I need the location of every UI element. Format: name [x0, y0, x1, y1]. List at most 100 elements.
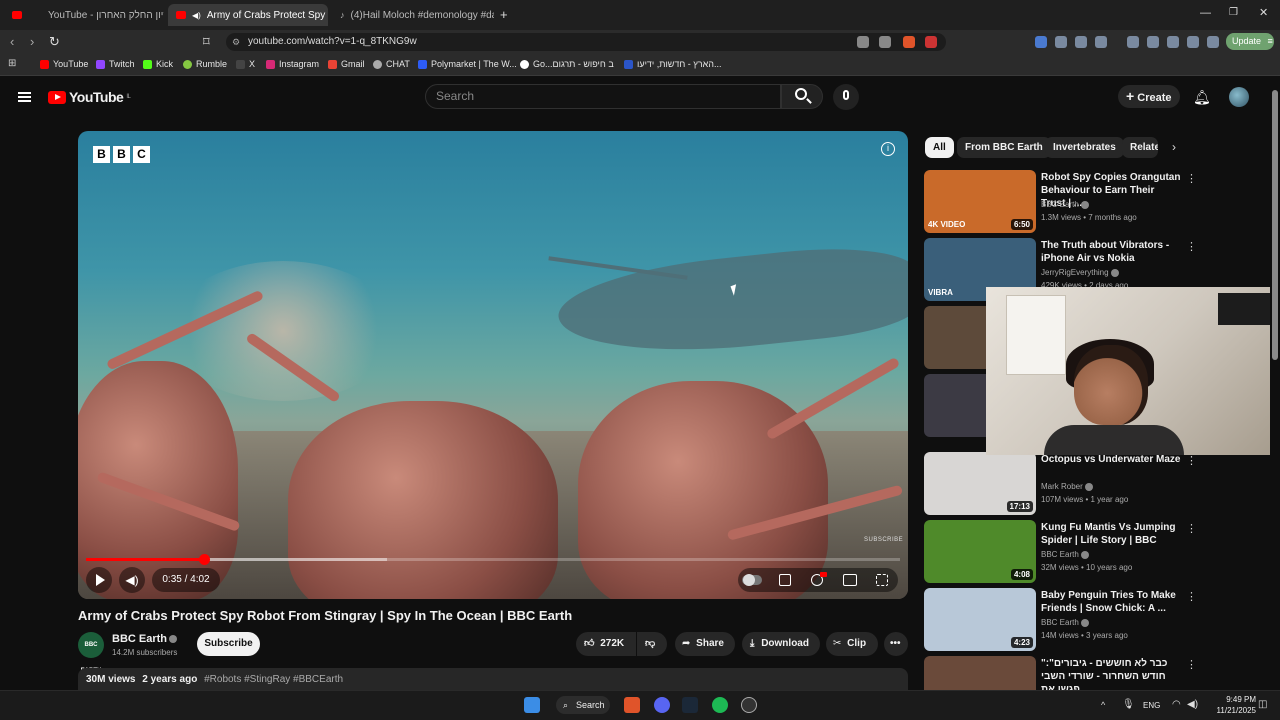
close-window-icon[interactable]: ✕	[1259, 6, 1268, 19]
volume-tray-icon[interactable]: ◀)	[1187, 699, 1198, 710]
brave-browser-icon[interactable]	[624, 697, 640, 713]
share-button[interactable]: ➦ Share	[675, 632, 735, 656]
recommendation-channel[interactable]: Mark Rober	[1041, 482, 1093, 491]
notification-center-icon[interactable]: ◫	[1258, 699, 1267, 710]
extension-icon[interactable]	[1035, 36, 1047, 48]
dislike-button[interactable]: 👎︎	[637, 632, 667, 656]
bookmark-rumble[interactable]: Rumble	[183, 59, 227, 69]
minimize-icon[interactable]: —	[1200, 7, 1211, 19]
search-input[interactable]: Search	[425, 84, 781, 109]
chip-related[interactable]: Relate	[1122, 137, 1158, 158]
fullscreen-icon[interactable]	[876, 574, 888, 586]
recommendation-title[interactable]: Kung Fu Mantis Vs Jumping Spider | Life …	[1041, 521, 1181, 547]
windows-start-icon[interactable]	[524, 697, 540, 713]
url-field[interactable]: ⚙ youtube.com/watch?v=1-q_8TKNG9w	[226, 33, 946, 51]
reload-icon[interactable]: ↻	[49, 34, 60, 50]
recommendation-title[interactable]: Baby Penguin Tries To Make Friends | Sno…	[1041, 589, 1181, 615]
recommendation-channel[interactable]: BBC Earth	[1041, 200, 1089, 209]
extension-icon[interactable]	[1075, 36, 1087, 48]
recommendation-channel[interactable]: JerryRigEverything	[1041, 268, 1119, 277]
hamburger-menu-icon[interactable]	[18, 92, 31, 102]
channel-avatar[interactable]: BBC EARTH	[78, 632, 104, 674]
video-thumbnail[interactable]: 4K VIDEO 6:50	[924, 170, 1036, 233]
cast-icon[interactable]	[857, 36, 869, 48]
page-scrollbar[interactable]	[1270, 78, 1280, 690]
taskbar-clock[interactable]: 9:49 PM 11/21/2025	[1204, 694, 1256, 716]
progress-scrubber-handle[interactable]	[198, 554, 210, 565]
update-button[interactable]: Update ≡	[1226, 33, 1274, 50]
video-thumbnail[interactable]: 4:23	[924, 588, 1036, 651]
bookmark-polymarket[interactable]: Polymarket | The W...	[418, 59, 517, 69]
download-button[interactable]: ⤓ Download	[742, 632, 820, 656]
leo-ai-icon[interactable]	[1187, 36, 1199, 48]
recommendation-item[interactable]: 17:13 Octopus vs Underwater Maze Mark Robe…	[924, 452, 1264, 516]
maximize-icon[interactable]: ❐	[1229, 7, 1238, 18]
steam-icon[interactable]	[682, 697, 698, 713]
more-vertical-icon[interactable]: ⋮	[1186, 240, 1197, 253]
wifi-icon[interactable]: ◠	[1172, 699, 1181, 710]
chip-from-bbc-earth[interactable]: From BBC Earth	[957, 137, 1051, 158]
bookmark-chat[interactable]: CHAT	[373, 59, 410, 69]
bookmark-kick[interactable]: Kick	[143, 59, 173, 69]
tray-mic-icon[interactable]: 🎙︎	[1122, 699, 1135, 710]
discord-icon[interactable]	[654, 697, 670, 713]
captions-icon[interactable]	[779, 574, 791, 586]
video-thumbnail[interactable]: 17:13	[924, 452, 1036, 515]
bookmark-youtube[interactable]: YouTube	[40, 59, 88, 69]
recommendation-item[interactable]: 4:23 Baby Penguin Tries To Make Friends |…	[924, 588, 1264, 652]
more-vertical-icon[interactable]: ⋮	[1186, 522, 1197, 535]
channel-name[interactable]: BBC Earth	[112, 633, 178, 645]
sidebar-icon[interactable]	[1147, 36, 1159, 48]
subscribe-watermark[interactable]: SUBSCRIBE	[864, 537, 903, 543]
recommendation-channel[interactable]: BBC Earth	[1041, 618, 1089, 627]
youtube-logo[interactable]: YouTube IL	[48, 89, 131, 105]
theater-mode-icon[interactable]	[843, 574, 857, 586]
chip-invertebrates[interactable]: Invertebrates	[1045, 137, 1124, 158]
bookmark-translate[interactable]: Go...ב חיפוש - תרגום	[520, 59, 614, 69]
chip-all[interactable]: All	[925, 137, 954, 158]
share-page-icon[interactable]	[879, 36, 891, 48]
browser-tab[interactable]: ♪ (4)Hail Moloch #demonology #datur	[332, 4, 494, 26]
subscribe-button[interactable]: Subscribe	[197, 632, 260, 656]
like-button[interactable]: 👍︎ 272K	[576, 632, 636, 656]
browser-tab-active[interactable]: ◀) Army of Crabs Protect Spy Ro ✕	[168, 4, 328, 26]
clip-button[interactable]: ✂ Clip	[826, 632, 878, 656]
bookmark-haaretz[interactable]: הארץ - חדשות, ידיעו...	[624, 59, 722, 69]
wallet-icon[interactable]	[1167, 36, 1179, 48]
hashtags[interactable]: #Robots #StingRay #BBCEarth	[204, 674, 343, 685]
brave-shield-icon[interactable]	[903, 36, 915, 48]
extension-icon[interactable]	[1055, 36, 1067, 48]
taskbar-search[interactable]: ⌕ Search	[556, 696, 610, 714]
obs-icon[interactable]	[741, 697, 757, 713]
media-icon[interactable]	[1127, 36, 1139, 48]
video-info-icon[interactable]: i	[881, 142, 895, 156]
scrollbar-thumb[interactable]	[1272, 90, 1278, 360]
bookmark-twitch[interactable]: Twitch	[96, 59, 135, 69]
more-vertical-icon[interactable]: ⋮	[1186, 590, 1197, 603]
spotify-icon[interactable]	[712, 697, 728, 713]
brave-rewards-icon[interactable]	[925, 36, 937, 48]
progress-bar[interactable]	[86, 554, 900, 565]
description-box[interactable]: 30M views 2 years ago #Robots #StingRay …	[78, 668, 908, 690]
mute-button[interactable]: ◀)	[119, 567, 145, 593]
notifications-bell-icon[interactable]: 🔔︎	[1193, 89, 1211, 106]
back-icon[interactable]: ‹	[10, 34, 14, 49]
video-player[interactable]	[78, 131, 908, 599]
apps-grid-icon[interactable]: ⊞	[8, 58, 16, 69]
bookmark-instagram[interactable]: Instagram	[266, 59, 319, 69]
extension-icon[interactable]	[1095, 36, 1107, 48]
play-button[interactable]	[86, 567, 112, 593]
search-button[interactable]	[781, 84, 823, 109]
video-thumbnail[interactable]: 4:08	[924, 520, 1036, 583]
recommendation-item[interactable]: 4K VIDEO 6:50 Robot Spy Copies Orangutan B…	[924, 170, 1264, 234]
vpn-icon[interactable]	[1207, 36, 1219, 48]
create-button[interactable]: + Create	[1118, 85, 1180, 108]
more-vertical-icon[interactable]: ⋮	[1186, 454, 1197, 467]
recommendation-channel[interactable]: BBC Earth	[1041, 550, 1089, 559]
forward-icon[interactable]: ›	[30, 34, 34, 49]
more-vertical-icon[interactable]: ⋮	[1186, 172, 1197, 185]
browser-tab[interactable]: YouTube - ארקיון החלק האחרון|	[4, 4, 164, 26]
autoplay-toggle[interactable]	[742, 574, 762, 586]
bookmark-x[interactable]: X	[236, 59, 255, 69]
more-actions-button[interactable]: •••	[884, 632, 908, 656]
